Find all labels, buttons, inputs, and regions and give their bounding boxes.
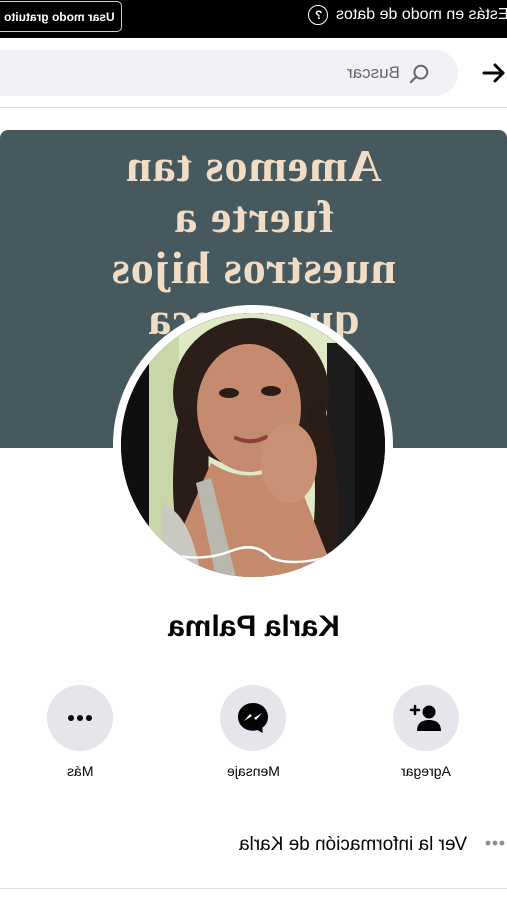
free-mode-button-label: Usar modo gratuito (3, 9, 115, 24)
search-header: Buscar (0, 38, 507, 108)
add-friend-button-circle (393, 685, 459, 751)
profile-avatar[interactable] (121, 313, 385, 577)
add-friend-button[interactable]: Agregar (366, 685, 486, 779)
arrow-right-icon[interactable] (481, 60, 507, 86)
divider (0, 888, 507, 889)
cover-line: nuestros hijos (110, 242, 397, 293)
profile-name: Karla Palma (0, 610, 507, 644)
help-circle-icon[interactable]: ? (308, 5, 329, 25)
more-dots-icon (485, 840, 505, 846)
message-button[interactable]: Mensaje (193, 685, 313, 779)
see-info-label: Ver la información de Karla (238, 834, 467, 855)
data-mode-text: Estás en modo de datos (336, 6, 507, 23)
avatar-photo (121, 313, 385, 577)
more-button[interactable]: Más (20, 685, 140, 779)
add-friend-label: Agregar (401, 763, 451, 779)
data-mode-bar: Usar modo gratuito ? Estás en modo de da… (0, 0, 507, 38)
search-placeholder: Buscar (347, 63, 400, 82)
message-button-circle (220, 685, 286, 751)
search-icon (409, 64, 429, 84)
add-friend-icon (409, 704, 441, 731)
more-label: Más (66, 763, 94, 779)
see-info-row[interactable]: Ver la información de Karla (0, 824, 507, 868)
search-input[interactable]: Buscar (0, 50, 458, 96)
more-dots-icon (68, 715, 92, 721)
messenger-icon (238, 703, 268, 733)
message-label: Mensaje (226, 763, 280, 779)
cover-line: fuerte a (173, 191, 334, 242)
free-mode-button[interactable]: Usar modo gratuito (0, 1, 122, 32)
more-button-circle (47, 685, 113, 751)
profile-name-text: Karla Palma (167, 610, 340, 643)
data-mode-notice: ? Estás en modo de datos (308, 4, 507, 26)
cover-line: Amemos tan (125, 140, 382, 191)
